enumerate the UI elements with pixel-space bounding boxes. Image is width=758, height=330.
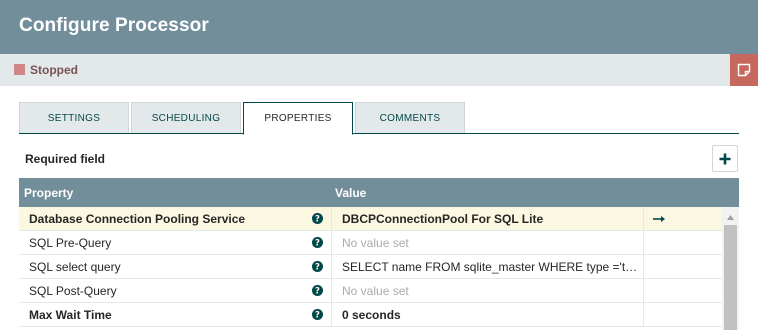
svg-text:?: ? [315, 287, 320, 296]
stopped-icon [14, 64, 25, 75]
property-value: SELECT name FROM sqlite_master WHERE typ… [342, 260, 643, 274]
svg-text:?: ? [315, 263, 320, 272]
properties-table: Database Connection Pooling Service ? DB… [19, 207, 722, 327]
property-value-cell[interactable]: 0 seconds [332, 303, 644, 327]
column-header-property[interactable]: Property [24, 186, 73, 200]
status-label: Stopped [30, 63, 78, 77]
property-name-cell[interactable]: SQL Post-Query ? [19, 279, 332, 303]
processor-status-bar: Stopped [0, 54, 758, 86]
add-property-button[interactable] [712, 145, 738, 172]
property-action-cell [644, 231, 722, 255]
property-value-cell[interactable]: No value set [332, 279, 644, 303]
property-action-cell [644, 303, 722, 327]
property-name-cell[interactable]: SQL select query ? [19, 255, 332, 279]
tab-properties[interactable]: PROPERTIES [243, 102, 353, 135]
help-icon[interactable]: ? [312, 285, 323, 296]
tab-divider [19, 133, 739, 134]
property-action-cell [644, 207, 722, 231]
property-name-cell[interactable]: Max Wait Time ? [19, 303, 332, 327]
tab-settings[interactable]: SETTINGS [19, 102, 129, 134]
vertical-scrollbar[interactable] [722, 207, 739, 330]
scroll-up-arrow-icon[interactable] [722, 211, 739, 223]
help-icon[interactable]: ? [312, 213, 323, 224]
table-row[interactable]: SQL select query ? SELECT name FROM sqli… [19, 255, 722, 279]
property-action-cell [644, 255, 722, 279]
table-row[interactable]: Database Connection Pooling Service ? DB… [19, 207, 722, 231]
tab-bar: SETTINGS SCHEDULING PROPERTIES COMMENTS [19, 102, 739, 135]
property-value: DBCPConnectionPool For SQL Lite [342, 212, 544, 226]
property-value-cell[interactable]: No value set [332, 231, 644, 255]
property-value: No value set [342, 236, 409, 250]
svg-text:?: ? [315, 311, 320, 320]
comments-note-button[interactable] [730, 54, 758, 86]
column-header-value[interactable]: Value [335, 186, 366, 200]
go-to-arrow-icon[interactable] [653, 215, 666, 223]
help-icon[interactable]: ? [312, 309, 323, 320]
tab-comments[interactable]: COMMENTS [355, 102, 465, 134]
svg-text:?: ? [315, 239, 320, 248]
sticky-note-icon [737, 63, 751, 77]
table-row[interactable]: Max Wait Time ? 0 seconds [19, 303, 722, 327]
property-value-cell[interactable]: DBCPConnectionPool For SQL Lite [332, 207, 644, 231]
scrollbar-thumb[interactable] [724, 225, 737, 330]
property-name-cell[interactable]: Database Connection Pooling Service ? [19, 207, 332, 231]
svg-text:?: ? [315, 215, 320, 224]
property-name: SQL select query [29, 260, 121, 274]
help-icon[interactable]: ? [312, 237, 323, 248]
property-action-cell [644, 279, 722, 303]
help-icon[interactable]: ? [312, 261, 323, 272]
property-value: 0 seconds [342, 308, 401, 322]
property-name: SQL Post-Query [29, 284, 117, 298]
tab-scheduling[interactable]: SCHEDULING [131, 102, 241, 134]
properties-table-header: Property Value [19, 178, 739, 207]
dialog-title: Configure Processor [19, 15, 209, 36]
dialog-header: Configure Processor [0, 0, 758, 54]
table-row[interactable]: SQL Post-Query ? No value set [19, 279, 722, 303]
table-row[interactable]: SQL Pre-Query ? No value set [19, 231, 722, 255]
property-value-cell[interactable]: SELECT name FROM sqlite_master WHERE typ… [332, 255, 644, 279]
property-name: SQL Pre-Query [29, 236, 112, 250]
property-name-cell[interactable]: SQL Pre-Query ? [19, 231, 332, 255]
property-name: Max Wait Time [29, 308, 112, 322]
required-field-label: Required field [25, 152, 106, 166]
property-value: No value set [342, 284, 409, 298]
property-name: Database Connection Pooling Service [29, 212, 246, 226]
plus-icon [719, 153, 731, 164]
